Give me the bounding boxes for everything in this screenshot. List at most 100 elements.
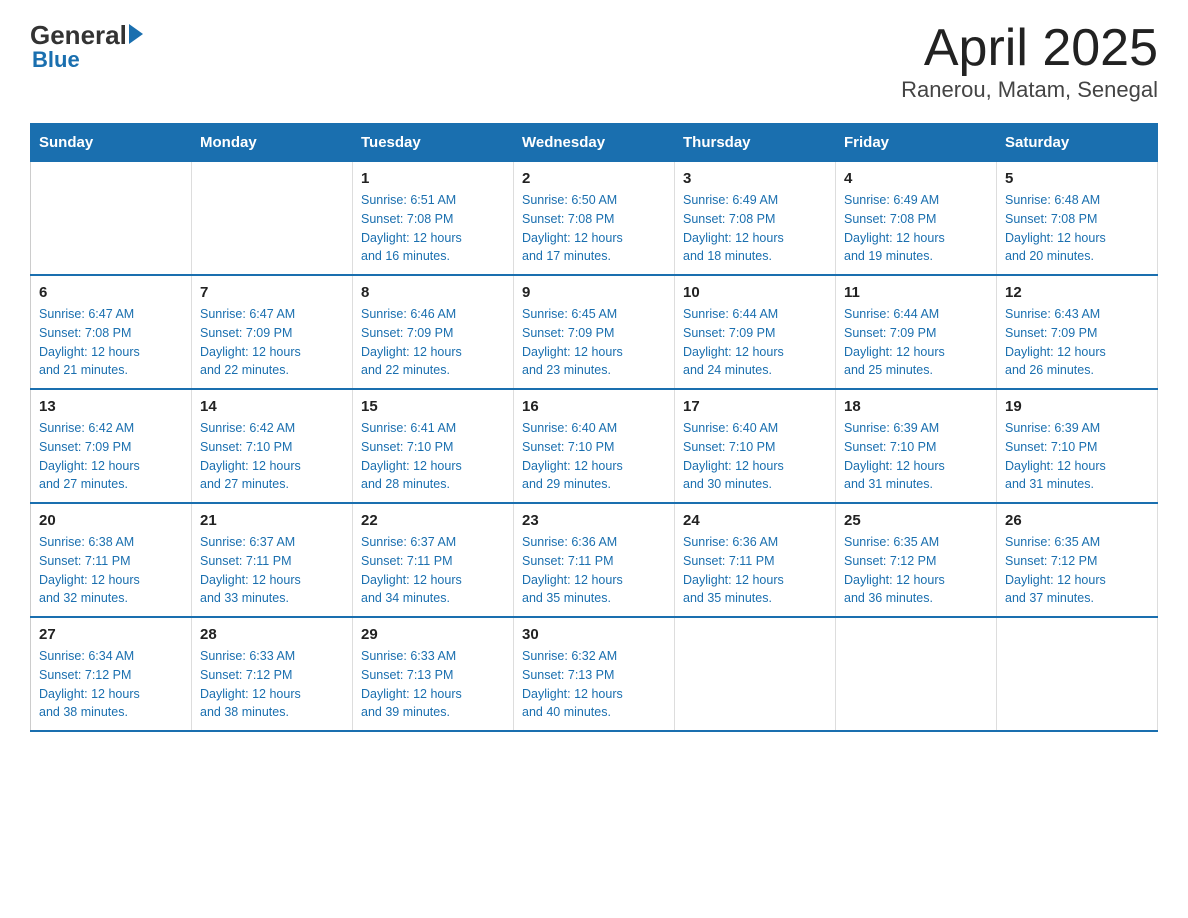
day-number: 18 [844,398,988,415]
calendar-cell: 15Sunrise: 6:41 AM Sunset: 7:10 PM Dayli… [353,389,514,503]
day-number: 26 [1005,512,1149,529]
day-number: 9 [522,284,666,301]
logo: General Blue [30,20,143,73]
day-number: 1 [361,170,505,187]
calendar-cell: 8 Sunrise: 6:46 AM Sunset: 7:09 PM Daylig… [353,275,514,389]
day-number: 14 [200,398,344,415]
calendar-cell: 27 Sunrise: 6:34 AM Sunset: 7:12 PM Dayli… [31,617,192,731]
days-of-week-row: SundayMondayTuesdayWednesdayThursdayFrid… [31,124,1158,162]
calendar-table: SundayMondayTuesdayWednesdayThursdayFrid… [30,123,1158,732]
calendar-cell [675,617,836,731]
calendar-cell: 13 Sunrise: 6:42 AM Sunset: 7:09 PM Dayli… [31,389,192,503]
day-number: 4 [844,170,988,187]
calendar-cell [997,617,1158,731]
day-info: Sunrise: 6:42 AM Sunset: 7:10 PM Dayligh… [200,419,344,494]
page-header: General Blue April 2025 Ranerou, Matam, … [30,20,1158,103]
day-of-week-sunday: Sunday [31,124,192,162]
calendar-cell: 2 Sunrise: 6:50 AM Sunset: 7:08 PM Daylig… [514,162,675,276]
day-info: Sunrise: 6:40 AM Sunset: 7:10 PM Dayligh… [683,419,827,494]
day-info: Sunrise: 6:47 AM Sunset: 7:08 PM Dayligh… [39,305,183,380]
day-of-week-wednesday: Wednesday [514,124,675,162]
day-of-week-friday: Friday [836,124,997,162]
day-info: Sunrise: 6:51 AM Sunset: 7:08 PM Dayligh… [361,191,505,266]
day-info: Sunrise: 6:49 AM Sunset: 7:08 PM Dayligh… [844,191,988,266]
day-number: 27 [39,626,183,643]
day-info: Sunrise: 6:43 AM Sunset: 7:09 PM Dayligh… [1005,305,1149,380]
day-info: Sunrise: 6:44 AM Sunset: 7:09 PM Dayligh… [844,305,988,380]
calendar-cell: 23 Sunrise: 6:36 AM Sunset: 7:11 PM Dayli… [514,503,675,617]
calendar-cell: 24 Sunrise: 6:36 AM Sunset: 7:11 PM Dayli… [675,503,836,617]
day-number: 16 [522,398,666,415]
title-block: April 2025 Ranerou, Matam, Senegal [901,20,1158,103]
calendar-cell [31,162,192,276]
day-number: 24 [683,512,827,529]
day-info: Sunrise: 6:32 AM Sunset: 7:13 PM Dayligh… [522,647,666,722]
day-number: 25 [844,512,988,529]
day-info: Sunrise: 6:35 AM Sunset: 7:12 PM Dayligh… [844,533,988,608]
calendar-cell: 19 Sunrise: 6:39 AM Sunset: 7:10 PM Dayli… [997,389,1158,503]
calendar-cell: 3Sunrise: 6:49 AM Sunset: 7:08 PM Daylig… [675,162,836,276]
day-number: 12 [1005,284,1149,301]
day-of-week-monday: Monday [192,124,353,162]
day-number: 22 [361,512,505,529]
calendar-cell [836,617,997,731]
day-info: Sunrise: 6:37 AM Sunset: 7:11 PM Dayligh… [200,533,344,608]
calendar-cell: 20 Sunrise: 6:38 AM Sunset: 7:11 PM Dayli… [31,503,192,617]
calendar-cell: 9 Sunrise: 6:45 AM Sunset: 7:09 PM Daylig… [514,275,675,389]
day-info: Sunrise: 6:39 AM Sunset: 7:10 PM Dayligh… [844,419,988,494]
calendar-cell: 30 Sunrise: 6:32 AM Sunset: 7:13 PM Dayli… [514,617,675,731]
calendar-cell: 18 Sunrise: 6:39 AM Sunset: 7:10 PM Dayli… [836,389,997,503]
day-info: Sunrise: 6:42 AM Sunset: 7:09 PM Dayligh… [39,419,183,494]
calendar-title: April 2025 [901,20,1158,77]
day-number: 13 [39,398,183,415]
calendar-cell: 16 Sunrise: 6:40 AM Sunset: 7:10 PM Dayli… [514,389,675,503]
calendar-cell: 11 Sunrise: 6:44 AM Sunset: 7:09 PM Dayli… [836,275,997,389]
day-number: 17 [683,398,827,415]
day-number: 30 [522,626,666,643]
day-number: 29 [361,626,505,643]
day-number: 11 [844,284,988,301]
day-info: Sunrise: 6:38 AM Sunset: 7:11 PM Dayligh… [39,533,183,608]
calendar-cell: 22 Sunrise: 6:37 AM Sunset: 7:11 PM Dayli… [353,503,514,617]
day-of-week-thursday: Thursday [675,124,836,162]
logo-blue: Blue [32,47,80,73]
day-info: Sunrise: 6:33 AM Sunset: 7:13 PM Dayligh… [361,647,505,722]
day-info: Sunrise: 6:40 AM Sunset: 7:10 PM Dayligh… [522,419,666,494]
day-info: Sunrise: 6:46 AM Sunset: 7:09 PM Dayligh… [361,305,505,380]
calendar-cell: 6Sunrise: 6:47 AM Sunset: 7:08 PM Daylig… [31,275,192,389]
day-number: 23 [522,512,666,529]
calendar-body: 1 Sunrise: 6:51 AM Sunset: 7:08 PM Daylig… [31,162,1158,732]
calendar-cell: 29 Sunrise: 6:33 AM Sunset: 7:13 PM Dayli… [353,617,514,731]
day-number: 21 [200,512,344,529]
day-number: 3 [683,170,827,187]
logo-arrow-icon [129,24,143,44]
calendar-cell: 7 Sunrise: 6:47 AM Sunset: 7:09 PM Daylig… [192,275,353,389]
day-info: Sunrise: 6:33 AM Sunset: 7:12 PM Dayligh… [200,647,344,722]
calendar-cell: 25 Sunrise: 6:35 AM Sunset: 7:12 PM Dayli… [836,503,997,617]
day-info: Sunrise: 6:36 AM Sunset: 7:11 PM Dayligh… [683,533,827,608]
day-info: Sunrise: 6:39 AM Sunset: 7:10 PM Dayligh… [1005,419,1149,494]
day-info: Sunrise: 6:50 AM Sunset: 7:08 PM Dayligh… [522,191,666,266]
day-number: 19 [1005,398,1149,415]
week-row-2: 6Sunrise: 6:47 AM Sunset: 7:08 PM Daylig… [31,275,1158,389]
day-info: Sunrise: 6:47 AM Sunset: 7:09 PM Dayligh… [200,305,344,380]
day-number: 5 [1005,170,1149,187]
day-number: 15 [361,398,505,415]
day-number: 20 [39,512,183,529]
calendar-cell: 5 Sunrise: 6:48 AM Sunset: 7:08 PM Daylig… [997,162,1158,276]
day-info: Sunrise: 6:37 AM Sunset: 7:11 PM Dayligh… [361,533,505,608]
day-info: Sunrise: 6:36 AM Sunset: 7:11 PM Dayligh… [522,533,666,608]
day-number: 28 [200,626,344,643]
week-row-4: 20 Sunrise: 6:38 AM Sunset: 7:11 PM Dayli… [31,503,1158,617]
day-info: Sunrise: 6:35 AM Sunset: 7:12 PM Dayligh… [1005,533,1149,608]
day-info: Sunrise: 6:34 AM Sunset: 7:12 PM Dayligh… [39,647,183,722]
calendar-header: SundayMondayTuesdayWednesdayThursdayFrid… [31,124,1158,162]
day-number: 2 [522,170,666,187]
day-info: Sunrise: 6:45 AM Sunset: 7:09 PM Dayligh… [522,305,666,380]
day-of-week-saturday: Saturday [997,124,1158,162]
week-row-3: 13 Sunrise: 6:42 AM Sunset: 7:09 PM Dayli… [31,389,1158,503]
day-info: Sunrise: 6:48 AM Sunset: 7:08 PM Dayligh… [1005,191,1149,266]
calendar-cell: 17 Sunrise: 6:40 AM Sunset: 7:10 PM Dayli… [675,389,836,503]
day-number: 7 [200,284,344,301]
day-number: 8 [361,284,505,301]
